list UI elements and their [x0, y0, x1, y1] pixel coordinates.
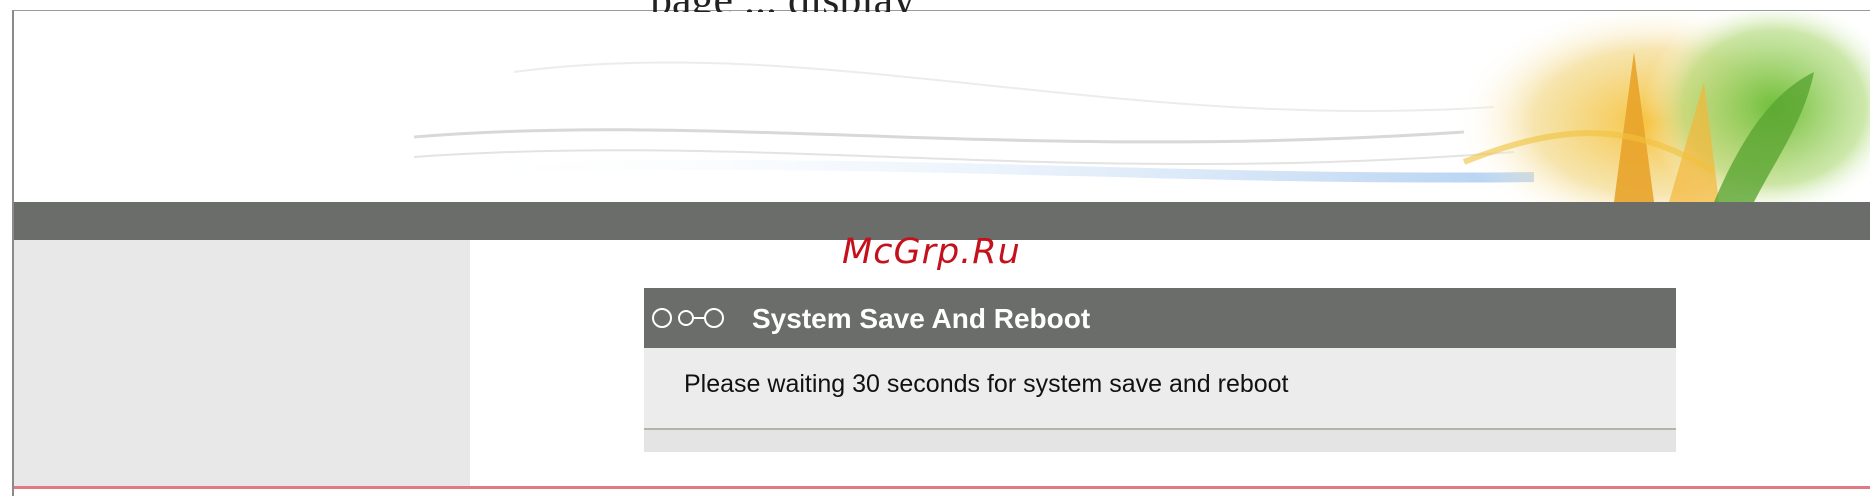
reboot-message: Please waiting 30 seconds for system sav… [684, 370, 1289, 398]
reboot-panel: System Save And Reboot Please waiting 30… [644, 288, 1676, 452]
panel-header: System Save And Reboot [644, 288, 1676, 348]
banner-graphic [14, 12, 1870, 202]
header-banner [14, 12, 1870, 202]
watermark-text: McGrp.Ru [842, 232, 1021, 272]
bottom-border [14, 486, 1870, 489]
chain-link-icon [650, 304, 730, 337]
panel-footer [644, 430, 1676, 452]
panel-body: Please waiting 30 seconds for system sav… [644, 348, 1676, 428]
panel-title: System Save And Reboot [752, 303, 1091, 334]
sidebar [14, 240, 470, 486]
